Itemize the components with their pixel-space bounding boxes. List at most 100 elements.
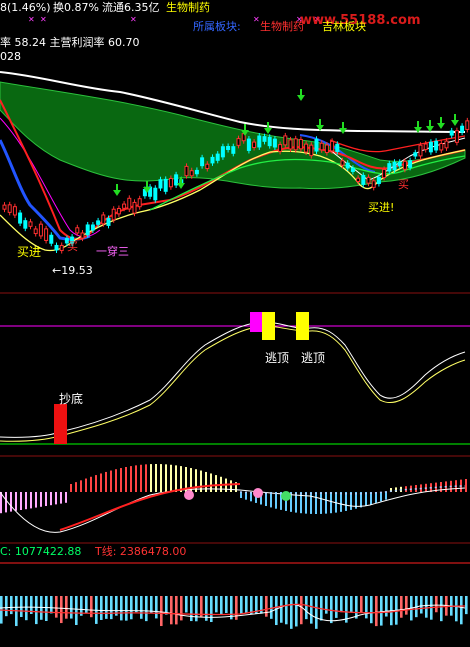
top-signal-box-yellow-1 — [262, 312, 275, 340]
histogram-bar — [20, 492, 22, 510]
volume-bar — [325, 596, 328, 614]
candle — [293, 135, 298, 153]
volume-bar — [290, 596, 293, 629]
volume-bar — [50, 596, 53, 614]
volume-bar — [135, 596, 138, 613]
histogram-bar — [120, 468, 122, 492]
volume-bar — [25, 596, 28, 621]
candle — [449, 127, 454, 139]
volume-bar — [420, 596, 423, 614]
volume-bar — [60, 596, 63, 624]
candle — [38, 221, 43, 239]
histogram-bar — [165, 464, 167, 492]
candle — [59, 242, 64, 254]
volume-bar — [405, 596, 408, 615]
pink-marker-icon — [184, 490, 194, 500]
volume-bar — [285, 596, 288, 625]
header-sector: 生物制药 — [166, 0, 210, 14]
volume-bar — [165, 596, 168, 615]
histogram-bar — [195, 469, 197, 492]
histogram-bar — [10, 492, 12, 512]
volume-bar — [440, 596, 443, 622]
candle — [314, 136, 319, 155]
volume-bar — [245, 596, 248, 614]
down-arrow-icon — [451, 120, 459, 126]
pink-marker-icon — [253, 488, 263, 498]
candle — [18, 210, 23, 227]
candle — [54, 242, 59, 253]
histogram-bar — [80, 480, 82, 492]
candle — [2, 202, 7, 213]
histogram-bar — [385, 492, 387, 500]
volume-bar — [130, 596, 133, 620]
volume-bar — [210, 596, 213, 623]
volume-bar — [65, 596, 68, 619]
header-turnover: 换0.87% — [53, 0, 99, 14]
top-signal-box-magenta — [250, 312, 263, 332]
histogram-bar — [110, 470, 112, 492]
candle — [439, 140, 444, 153]
volume-bar — [45, 596, 48, 621]
candle — [33, 225, 38, 237]
candle — [413, 149, 418, 160]
header-code-fragment: 028 — [0, 50, 21, 63]
volume-bar — [460, 596, 463, 625]
histogram-bar — [180, 466, 182, 492]
header-margin-text: 率 58.24 主营利润率 60.70 — [0, 35, 139, 49]
volume-bar — [155, 596, 158, 619]
volume-bar — [185, 596, 188, 613]
histogram-bar — [170, 464, 172, 492]
volume-bar — [10, 596, 13, 615]
volume-bar — [215, 596, 218, 613]
candle — [454, 127, 459, 146]
histogram-bar — [145, 464, 147, 492]
histogram-bar — [95, 475, 97, 492]
top-label-2: 逃顶 — [301, 351, 325, 365]
histogram-bar — [265, 492, 267, 506]
histogram-bar — [65, 492, 67, 503]
volume-bar — [350, 596, 353, 613]
volume-bar — [370, 596, 373, 624]
histogram-bar — [15, 492, 17, 511]
histogram-bar — [155, 464, 157, 492]
volume-bar — [195, 596, 198, 622]
marker-x-icon: ✕ — [40, 15, 47, 24]
volume-bar — [305, 596, 308, 620]
histogram-bar — [90, 476, 92, 492]
histogram-bar — [465, 479, 467, 492]
volume-bar — [110, 596, 113, 620]
oscillator-panel: 抄底 逃顶 逃顶 — [0, 312, 470, 445]
histogram-bar — [160, 464, 162, 492]
histogram-bar — [320, 492, 322, 514]
histogram-bar — [60, 492, 62, 504]
histogram-bar — [135, 465, 137, 492]
candle — [127, 195, 132, 213]
sector-label: 所属板块: — [193, 19, 241, 33]
histogram-bar — [350, 492, 352, 510]
candle — [23, 217, 28, 232]
volume-bar — [90, 596, 93, 618]
histogram-bar — [310, 492, 312, 514]
candle — [12, 203, 17, 218]
block-label: 吉林板块 — [322, 19, 366, 33]
down-arrow-icon — [264, 128, 272, 134]
down-arrow-icon — [297, 95, 305, 101]
volume-bar — [85, 596, 88, 613]
candle — [28, 218, 33, 230]
volume-bar — [465, 596, 468, 615]
histogram-bar — [150, 464, 152, 492]
volume-bar — [365, 596, 368, 619]
candle — [257, 133, 262, 150]
volume-bar — [355, 596, 358, 619]
volume-bar — [435, 596, 438, 613]
stock-chart: 8(1.46%) 换0.87% 流通6.35亿 生物制药 ✕ ✕ ✕ ✕ ✕ ✕… — [0, 0, 470, 629]
histogram-bar — [330, 492, 332, 514]
candle — [148, 184, 153, 200]
volume-bar — [280, 596, 283, 623]
candle — [465, 117, 470, 133]
histogram-bar — [30, 492, 32, 509]
volume-bar — [105, 596, 108, 619]
buy-in-left-label: 买进 — [17, 245, 41, 259]
down-arrow-icon — [437, 123, 445, 129]
header-price-change: 8(1.46%) — [0, 1, 51, 14]
